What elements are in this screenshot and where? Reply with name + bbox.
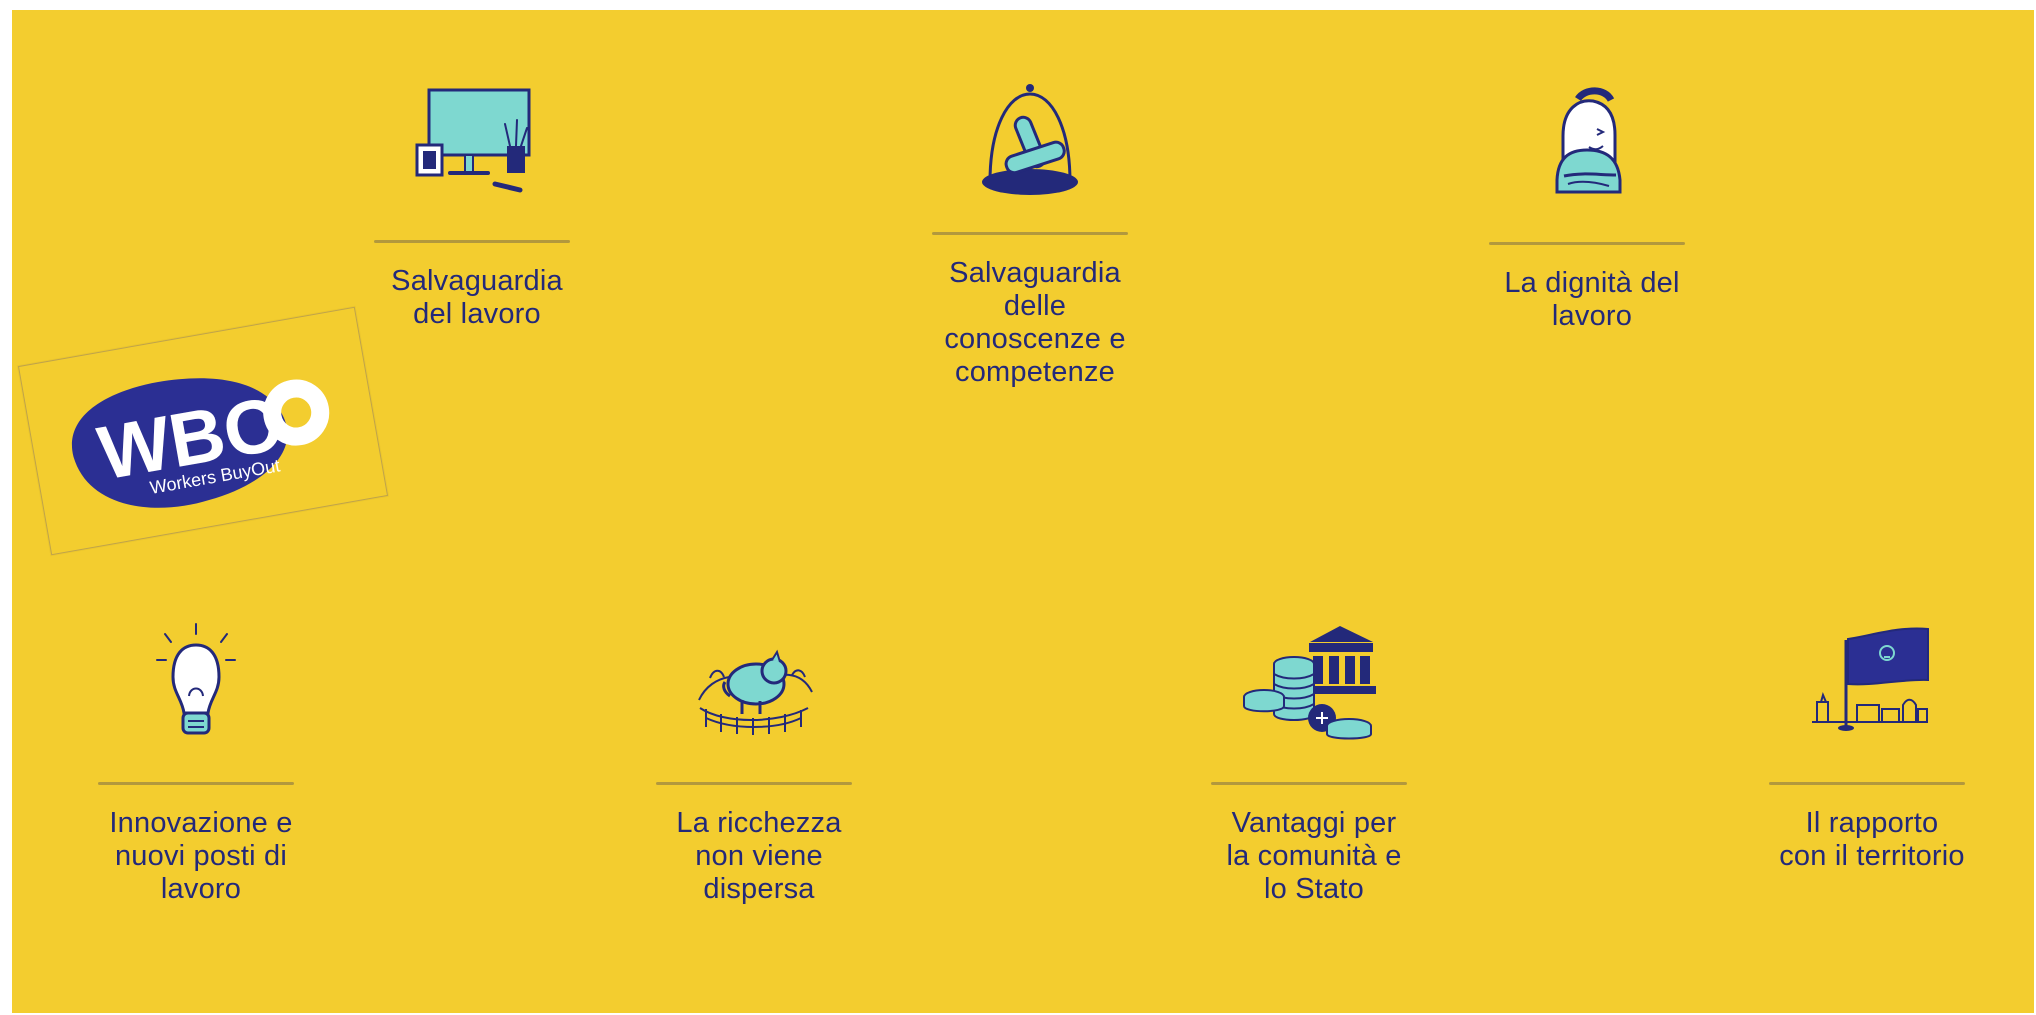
feature-salvaguardia-conoscenze: Salvaguardia delle conoscenze e competen… [920,64,1140,404]
label-line: delle [1003,290,1067,322]
label-line: lavoro [1551,300,1633,332]
feature-divider [374,240,570,243]
label-line: Salvaguardia [949,257,1121,289]
logo-card: WBO Workers BuyOut [17,306,389,556]
feature-label: La dignità del lavoro [1477,267,1707,333]
bank-coins-icon [1243,626,1376,740]
feature-vantaggi: Vantaggi per la comunità e lo Stato [1199,614,1419,954]
feature-divider [656,782,852,785]
label-line: lo Stato [1264,873,1364,905]
feature-territorio: Il rapporto con il territorio [1757,614,1977,954]
label-line: lavoro [160,873,242,905]
label-line: con il territorio [1779,840,1965,872]
feature-divider [1211,782,1407,785]
feature-ricchezza: La ricchezza non viene dispersa [644,614,864,954]
label-line: dispersa [703,873,815,905]
feature-label: Salvaguardia del lavoro [362,265,592,331]
label-line: del lavoro [413,298,541,330]
label-line: Salvaguardia [391,265,563,297]
label-line: conoscenze e [944,323,1126,355]
computer-desk-icon [415,88,531,193]
label-line: Il rapporto [1805,807,1939,839]
flag-town-icon [1812,627,1929,731]
label-line: la comunità e [1226,840,1402,872]
benefits-panel: WBO Workers BuyOut Salvaguardia del lavo… [12,10,2034,1013]
feature-label: Salvaguardia delle conoscenze e competen… [920,257,1150,389]
label-line: nuovi posti di [114,840,288,872]
label-line: competenze [955,356,1115,388]
feature-divider [1489,242,1685,245]
label-line: non viene [695,840,823,872]
feature-innovazione: Innovazione e nuovi posti di lavoro [86,614,306,954]
worker-portrait-icon [1555,87,1622,194]
label-line: Vantaggi per [1231,807,1397,839]
lightbulb-icon [156,623,236,735]
feature-salvaguardia-lavoro: Salvaguardia del lavoro [362,72,582,412]
label-line: La dignità del [1504,267,1680,299]
scrolls-under-glass-icon [982,84,1078,195]
feature-divider [98,782,294,785]
piggy-bank-icon [698,649,813,735]
feature-label: Il rapporto con il territorio [1757,807,1987,873]
feature-divider [932,232,1128,235]
workers-buyout-logo: WBO Workers BuyOut [72,378,330,508]
feature-divider [1769,782,1965,785]
feature-dignita-lavoro: La dignità del lavoro [1477,74,1697,414]
label-line: La ricchezza [676,807,842,839]
label-line: Innovazione e [109,807,293,839]
feature-label: Innovazione e nuovi posti di lavoro [86,807,316,906]
feature-label: Vantaggi per la comunità e lo Stato [1199,807,1429,906]
feature-label: La ricchezza non viene dispersa [644,807,874,906]
